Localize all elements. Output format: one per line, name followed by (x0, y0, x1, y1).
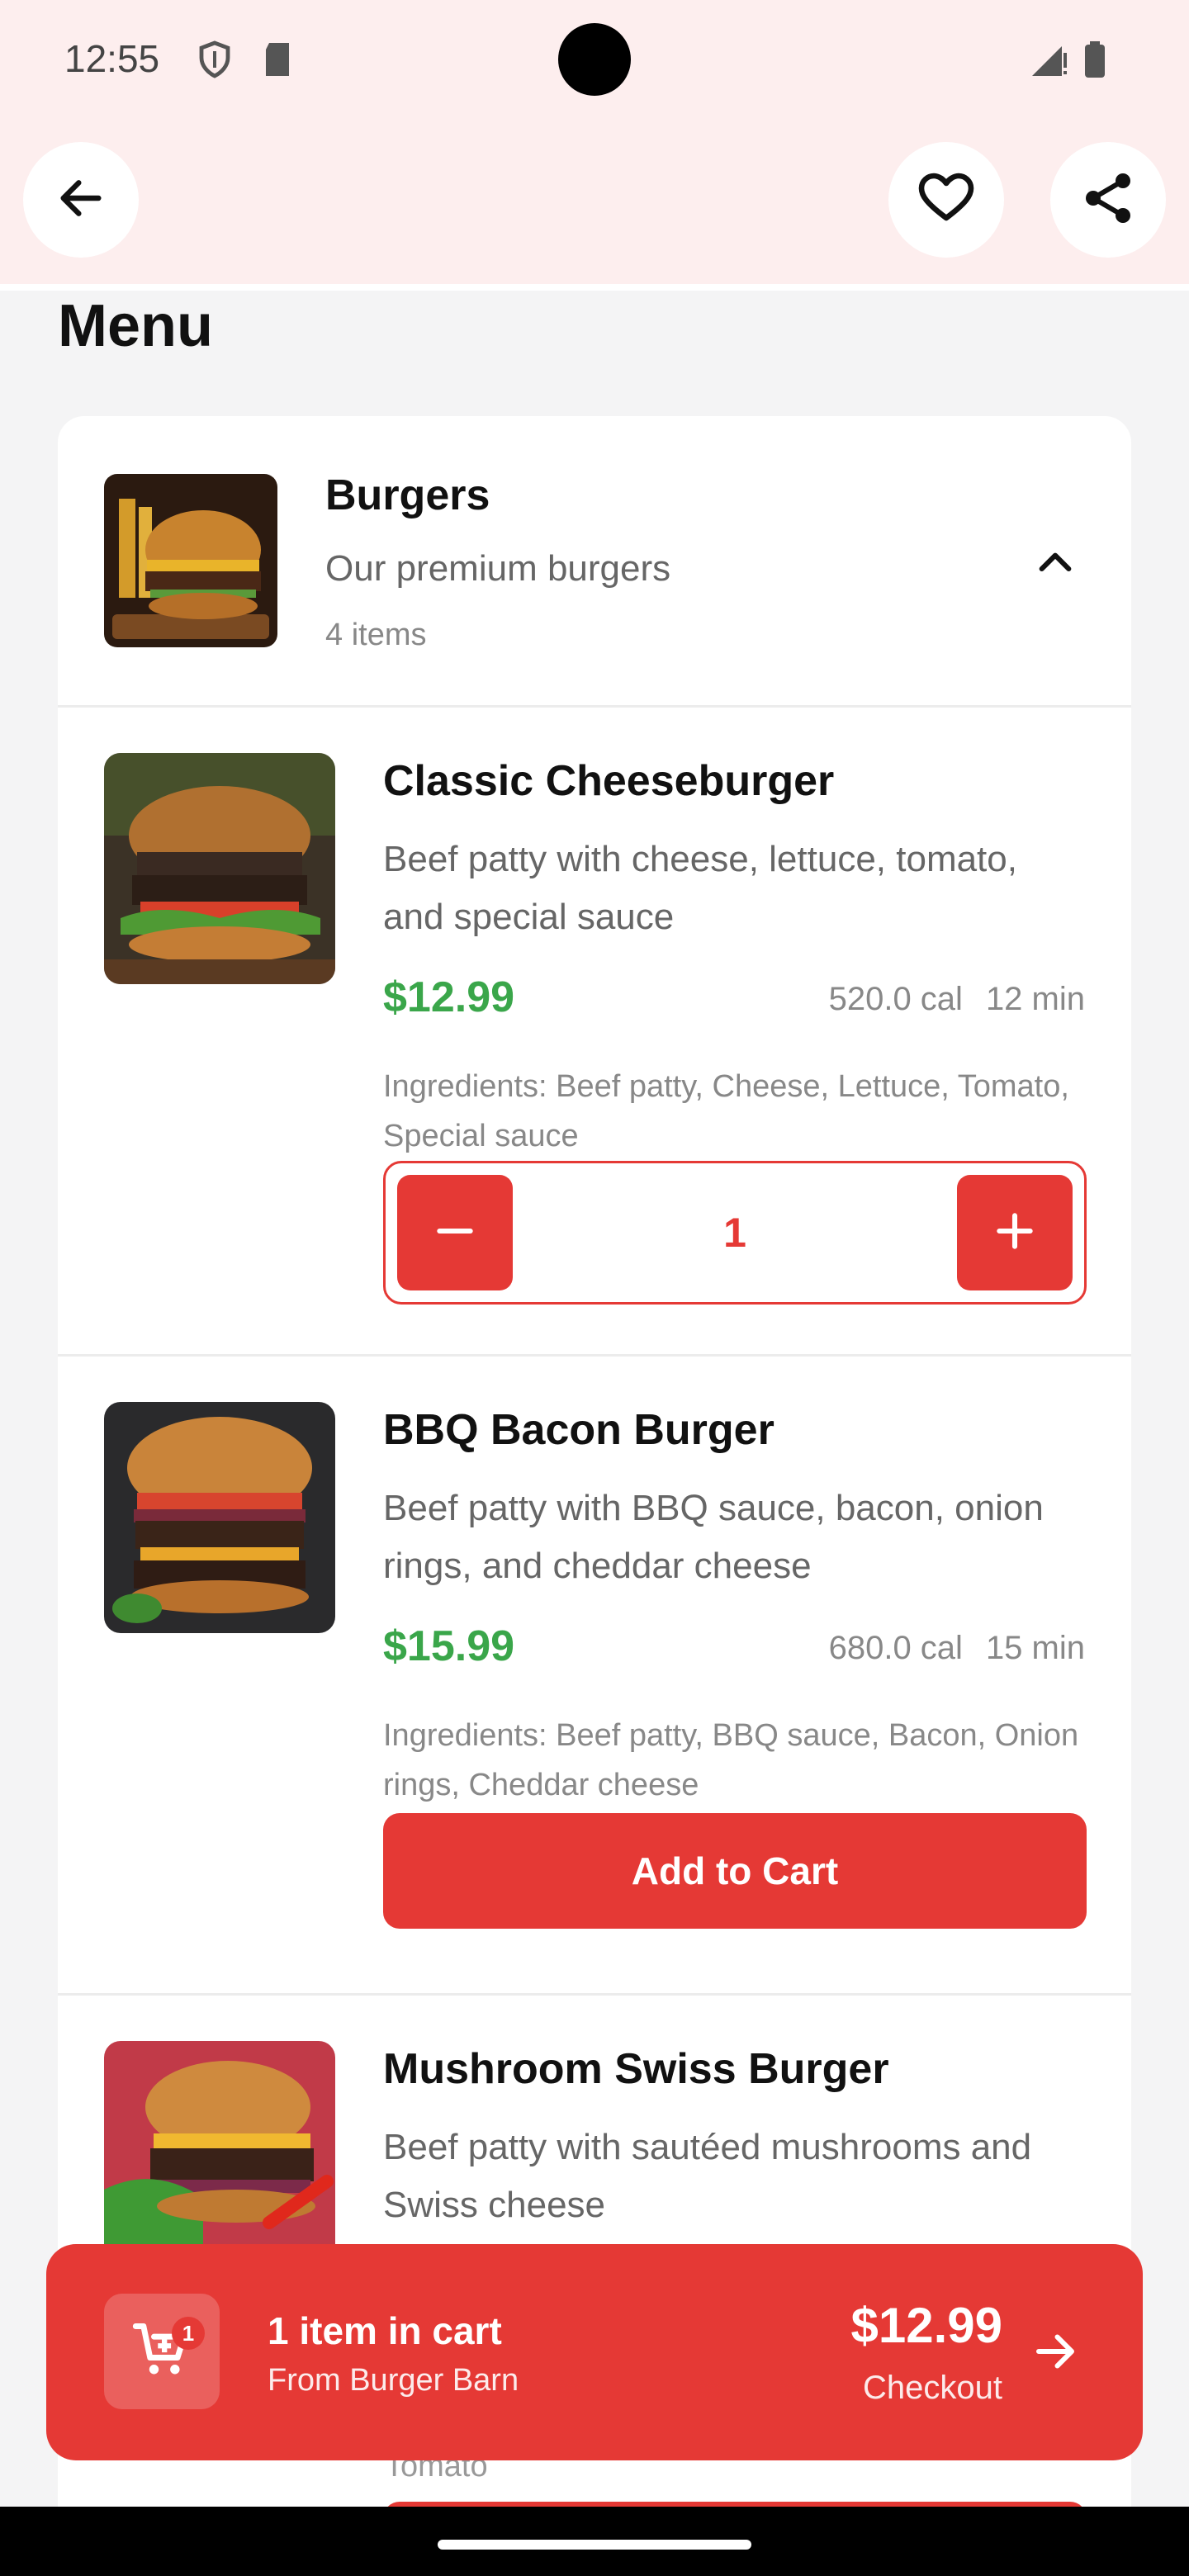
status-bar: 12:55 (0, 0, 1189, 119)
heart-outline-icon (917, 168, 976, 232)
item-name: Classic Cheeseburger (383, 757, 835, 805)
arrow-left-icon (54, 172, 107, 229)
item-price: $12.99 (383, 973, 515, 1021)
add-to-cart-button[interactable]: Add to Cart (383, 1813, 1087, 1929)
signal-icon (1029, 40, 1068, 83)
item-price: $15.99 (383, 1622, 515, 1670)
item-description: Beef patty with sautéed mushrooms and Sw… (383, 2127, 1032, 2225)
checkout-label: Checkout (863, 2370, 1002, 2406)
item-ingredients: Ingredients: Beef patty, BBQ sauce, Baco… (383, 1718, 1079, 1802)
camera-cutout (558, 23, 631, 96)
item-meta: 680.0 cal 15 min (829, 1630, 1085, 1667)
item-name: BBQ Bacon Burger (383, 1406, 775, 1454)
back-button[interactable] (23, 142, 139, 258)
quantity-stepper: 1 (383, 1161, 1087, 1305)
share-icon (1078, 168, 1138, 232)
category-item-count: 4 items (325, 618, 427, 652)
item-image (104, 753, 335, 984)
category-image (104, 474, 277, 647)
arrow-right-icon (1030, 2327, 1080, 2380)
item-meta: 520.0 cal 12 min (829, 981, 1085, 1018)
header-divider (0, 284, 1189, 291)
cart-icon-container: 1 (104, 2294, 220, 2409)
item-calories: 680.0 cal (828, 1630, 963, 1666)
favorite-button[interactable] (888, 142, 1004, 258)
category-name: Burgers (325, 471, 490, 519)
menu-item: Classic Cheeseburger Beef patty with che… (58, 707, 1131, 1354)
cart-item-count: 1 item in cart (268, 2309, 502, 2352)
cart-restaurant: From Burger Barn (268, 2363, 519, 2398)
menu-item: BBQ Bacon Burger Beef patty with BBQ sau… (58, 1356, 1131, 1993)
plus-icon (992, 1208, 1038, 1258)
battery-icon (1082, 40, 1108, 83)
item-description: Beef patty with BBQ sauce, bacon, onion … (383, 1488, 1044, 1586)
category-header[interactable]: Burgers Our premium burgers 4 items (58, 416, 1131, 705)
item-prep-time: 15 min (985, 1630, 1085, 1666)
item-image (104, 2041, 335, 2272)
increase-quantity-button[interactable] (957, 1175, 1073, 1290)
sd-card-icon (259, 40, 296, 83)
page-title: Menu (58, 293, 213, 359)
shield-icon (195, 40, 234, 83)
top-app-bar: 12:55 (0, 0, 1189, 284)
item-ingredients: Ingredients: Beef patty, Cheese, Lettuce… (383, 1069, 1069, 1153)
minus-icon (432, 1208, 478, 1258)
chevron-up-icon[interactable] (1032, 540, 1078, 590)
item-name: Mushroom Swiss Burger (383, 2045, 889, 2093)
share-button[interactable] (1050, 142, 1166, 258)
decrease-quantity-button[interactable] (397, 1175, 513, 1290)
cart-total: $12.99 (850, 2298, 1002, 2353)
cart-badge: 1 (172, 2317, 205, 2350)
item-prep-time: 12 min (985, 981, 1085, 1017)
item-calories: 520.0 cal (828, 981, 963, 1017)
category-description: Our premium burgers (325, 548, 671, 589)
home-gesture-handle[interactable] (438, 2540, 751, 2550)
item-description: Beef patty with cheese, lettuce, tomato,… (383, 839, 1017, 937)
item-image (104, 1402, 335, 1633)
system-navigation-bar (0, 2507, 1189, 2576)
status-time: 12:55 (64, 37, 160, 80)
cart-summary-bar[interactable]: 1 1 item in cart From Burger Barn $12.99… (46, 2244, 1143, 2460)
